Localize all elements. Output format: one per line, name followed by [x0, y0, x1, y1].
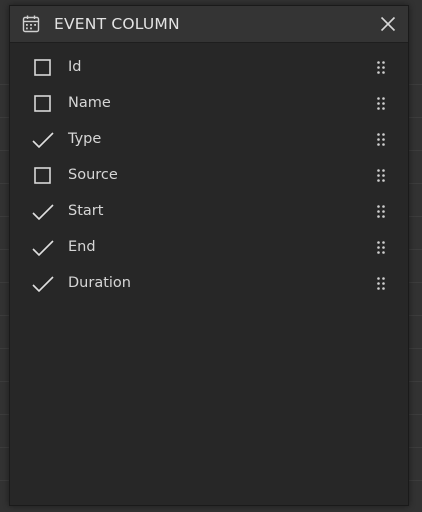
column-row[interactable]: End: [10, 230, 408, 266]
close-icon[interactable]: [377, 13, 399, 35]
calendar-icon: [22, 15, 40, 33]
checkmark-icon[interactable]: [31, 274, 55, 294]
checkbox-unchecked[interactable]: [31, 94, 55, 114]
column-label: Id: [68, 59, 82, 75]
column-row[interactable]: Duration: [10, 266, 408, 302]
checkmark-icon[interactable]: [31, 202, 55, 222]
drag-handle-icon[interactable]: [375, 60, 387, 76]
drag-handle-icon[interactable]: [375, 240, 387, 256]
column-row[interactable]: Start: [10, 194, 408, 230]
event-column-panel: EVENT COLUMN Id Name Type Source Start End Dur…: [9, 5, 409, 506]
drag-handle-icon[interactable]: [375, 132, 387, 148]
drag-handle-icon[interactable]: [375, 168, 387, 184]
column-row[interactable]: Source: [10, 158, 408, 194]
panel-title: EVENT COLUMN: [54, 15, 180, 33]
column-row[interactable]: Name: [10, 86, 408, 122]
checkmark-icon[interactable]: [31, 238, 55, 258]
column-row[interactable]: Type: [10, 122, 408, 158]
checkbox-unchecked[interactable]: [31, 58, 55, 78]
panel-header: EVENT COLUMN: [10, 6, 408, 43]
drag-handle-icon[interactable]: [375, 96, 387, 112]
column-label: Name: [68, 95, 111, 111]
column-label: Type: [68, 131, 102, 147]
column-label: Source: [68, 167, 118, 183]
column-list: Id Name Type Source Start End Duration: [10, 50, 408, 302]
column-label: Duration: [68, 275, 131, 291]
column-label: End: [68, 239, 96, 255]
checkmark-icon[interactable]: [31, 130, 55, 150]
column-label: Start: [68, 203, 104, 219]
drag-handle-icon[interactable]: [375, 204, 387, 220]
checkbox-unchecked[interactable]: [31, 166, 55, 186]
drag-handle-icon[interactable]: [375, 276, 387, 292]
column-row[interactable]: Id: [10, 50, 408, 86]
